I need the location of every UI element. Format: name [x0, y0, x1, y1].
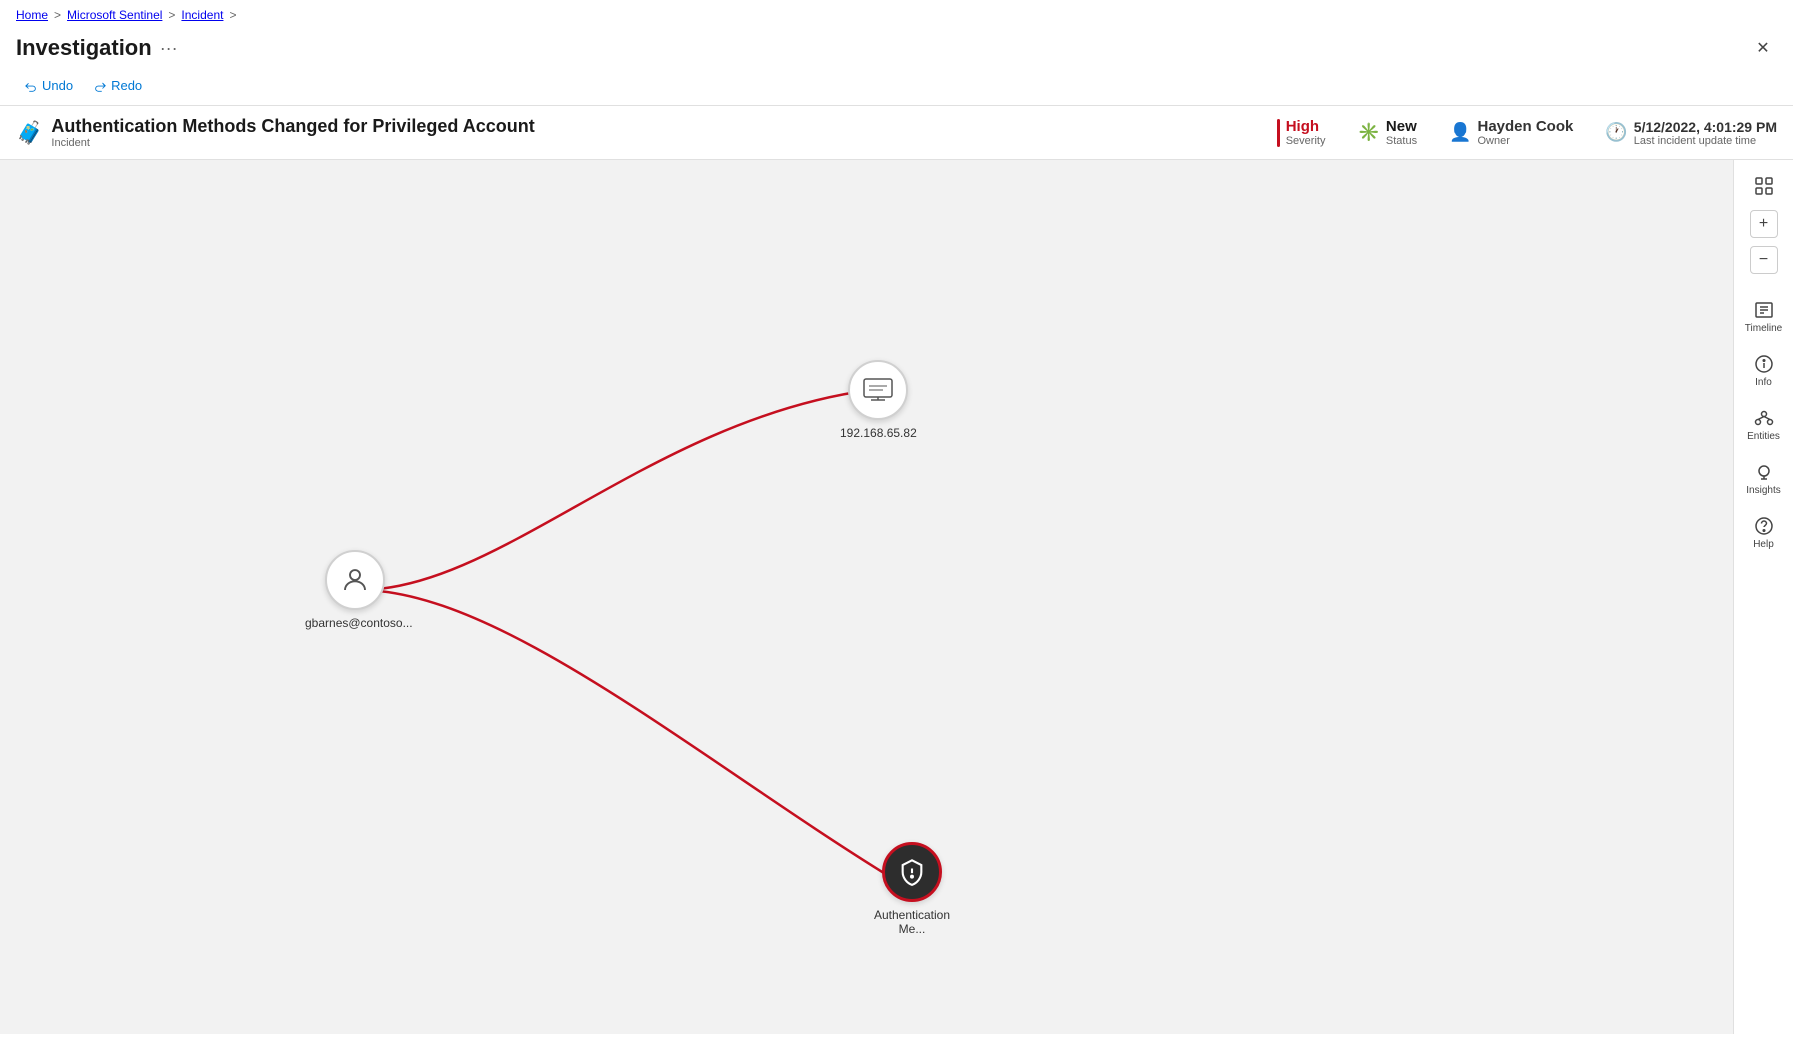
entities-button[interactable]: Entities [1738, 400, 1790, 450]
redo-icon [93, 79, 107, 93]
info-icon [1754, 354, 1774, 374]
page-header: Investigation ··· ✕ [0, 30, 1793, 70]
graph-canvas[interactable]: gbarnes@contoso... 192.168.65.82 [0, 160, 1733, 1034]
entities-label: Entities [1747, 431, 1780, 442]
alert-node[interactable]: Authentication Me... [862, 842, 962, 936]
incident-title-group: 🧳 Authentication Methods Changed for Pri… [16, 116, 1245, 149]
breadcrumb-sep3: > [229, 8, 236, 22]
help-button[interactable]: Help [1738, 508, 1790, 558]
owner-label: Owner [1478, 135, 1574, 147]
incident-icon: 🧳 [16, 120, 43, 146]
owner-item: 👤 Hayden Cook Owner [1449, 118, 1573, 147]
breadcrumb-sentinel[interactable]: Microsoft Sentinel [67, 8, 162, 22]
severity-item: High Severity [1277, 118, 1326, 147]
breadcrumb-sep1: > [54, 8, 61, 22]
entities-icon [1754, 408, 1774, 428]
severity-label: Severity [1286, 135, 1326, 147]
timeline-button[interactable]: Timeline [1738, 292, 1790, 342]
monitor-icon [863, 378, 893, 402]
ip-node-circle [848, 360, 908, 420]
right-panel: + − Timeline Info [1733, 160, 1793, 1034]
owner-icon: 👤 [1449, 122, 1471, 143]
user-node[interactable]: gbarnes@contoso... [305, 550, 405, 630]
info-button[interactable]: Info [1738, 346, 1790, 396]
status-icon: ✳️ [1357, 122, 1379, 143]
redo-label: Redo [111, 78, 142, 93]
breadcrumb-incident[interactable]: Incident [181, 8, 223, 22]
insights-label: Insights [1746, 485, 1780, 496]
incident-bar: 🧳 Authentication Methods Changed for Pri… [0, 105, 1793, 160]
alert-node-label: Authentication Me... [862, 908, 962, 936]
time-value: 5/12/2022, 4:01:29 PM [1634, 119, 1777, 135]
redo-button[interactable]: Redo [85, 74, 150, 97]
zoom-in-button[interactable]: + [1750, 210, 1778, 238]
timeline-label: Timeline [1745, 323, 1782, 334]
incident-label: Incident [51, 137, 534, 149]
help-label: Help [1753, 539, 1774, 550]
user-node-circle [325, 550, 385, 610]
insights-button[interactable]: Insights [1738, 454, 1790, 504]
alert-node-circle [882, 842, 942, 902]
close-button[interactable]: ✕ [1749, 34, 1777, 62]
status-item: ✳️ New Status [1357, 118, 1417, 147]
time-item: 🕐 5/12/2022, 4:01:29 PM Last incident up… [1605, 119, 1777, 147]
status-label: Status [1386, 135, 1417, 147]
insights-icon [1754, 462, 1774, 482]
time-content: 5/12/2022, 4:01:29 PM Last incident upda… [1634, 119, 1777, 147]
breadcrumb: Home > Microsoft Sentinel > Incident > [0, 0, 1793, 30]
fit-button[interactable] [1738, 168, 1790, 204]
fit-icon [1754, 176, 1774, 196]
time-label: Last incident update time [1634, 135, 1777, 147]
severity-value: High [1286, 118, 1326, 135]
undo-button[interactable]: Undo [16, 74, 81, 97]
help-icon [1754, 516, 1774, 536]
info-label: Info [1755, 377, 1772, 388]
undo-label: Undo [42, 78, 73, 93]
toolbar: Undo Redo [0, 70, 1793, 105]
user-icon [340, 565, 370, 595]
incident-meta: High Severity ✳️ New Status 👤 Hayden Coo… [1277, 118, 1777, 147]
breadcrumb-sep2: > [168, 8, 175, 22]
status-value: New [1386, 118, 1417, 135]
zoom-out-button[interactable]: − [1750, 246, 1778, 274]
owner-content: Hayden Cook Owner [1478, 118, 1574, 147]
severity-bar [1277, 119, 1280, 147]
shield-alert-icon [898, 858, 926, 886]
status-content: New Status [1386, 118, 1417, 147]
timeline-icon [1754, 300, 1774, 320]
ip-node[interactable]: 192.168.65.82 [840, 360, 917, 440]
time-icon: 🕐 [1605, 122, 1627, 143]
title-ellipsis-button[interactable]: ··· [160, 38, 178, 59]
severity-content: High Severity [1286, 118, 1326, 147]
owner-value: Hayden Cook [1478, 118, 1574, 135]
breadcrumb-home[interactable]: Home [16, 8, 48, 22]
ip-node-label: 192.168.65.82 [840, 426, 917, 440]
incident-title: Authentication Methods Changed for Privi… [51, 116, 534, 137]
main-area: gbarnes@contoso... 192.168.65.82 [0, 160, 1793, 1034]
undo-icon [24, 79, 38, 93]
page-title: Investigation [16, 35, 152, 61]
user-node-label: gbarnes@contoso... [305, 616, 405, 630]
